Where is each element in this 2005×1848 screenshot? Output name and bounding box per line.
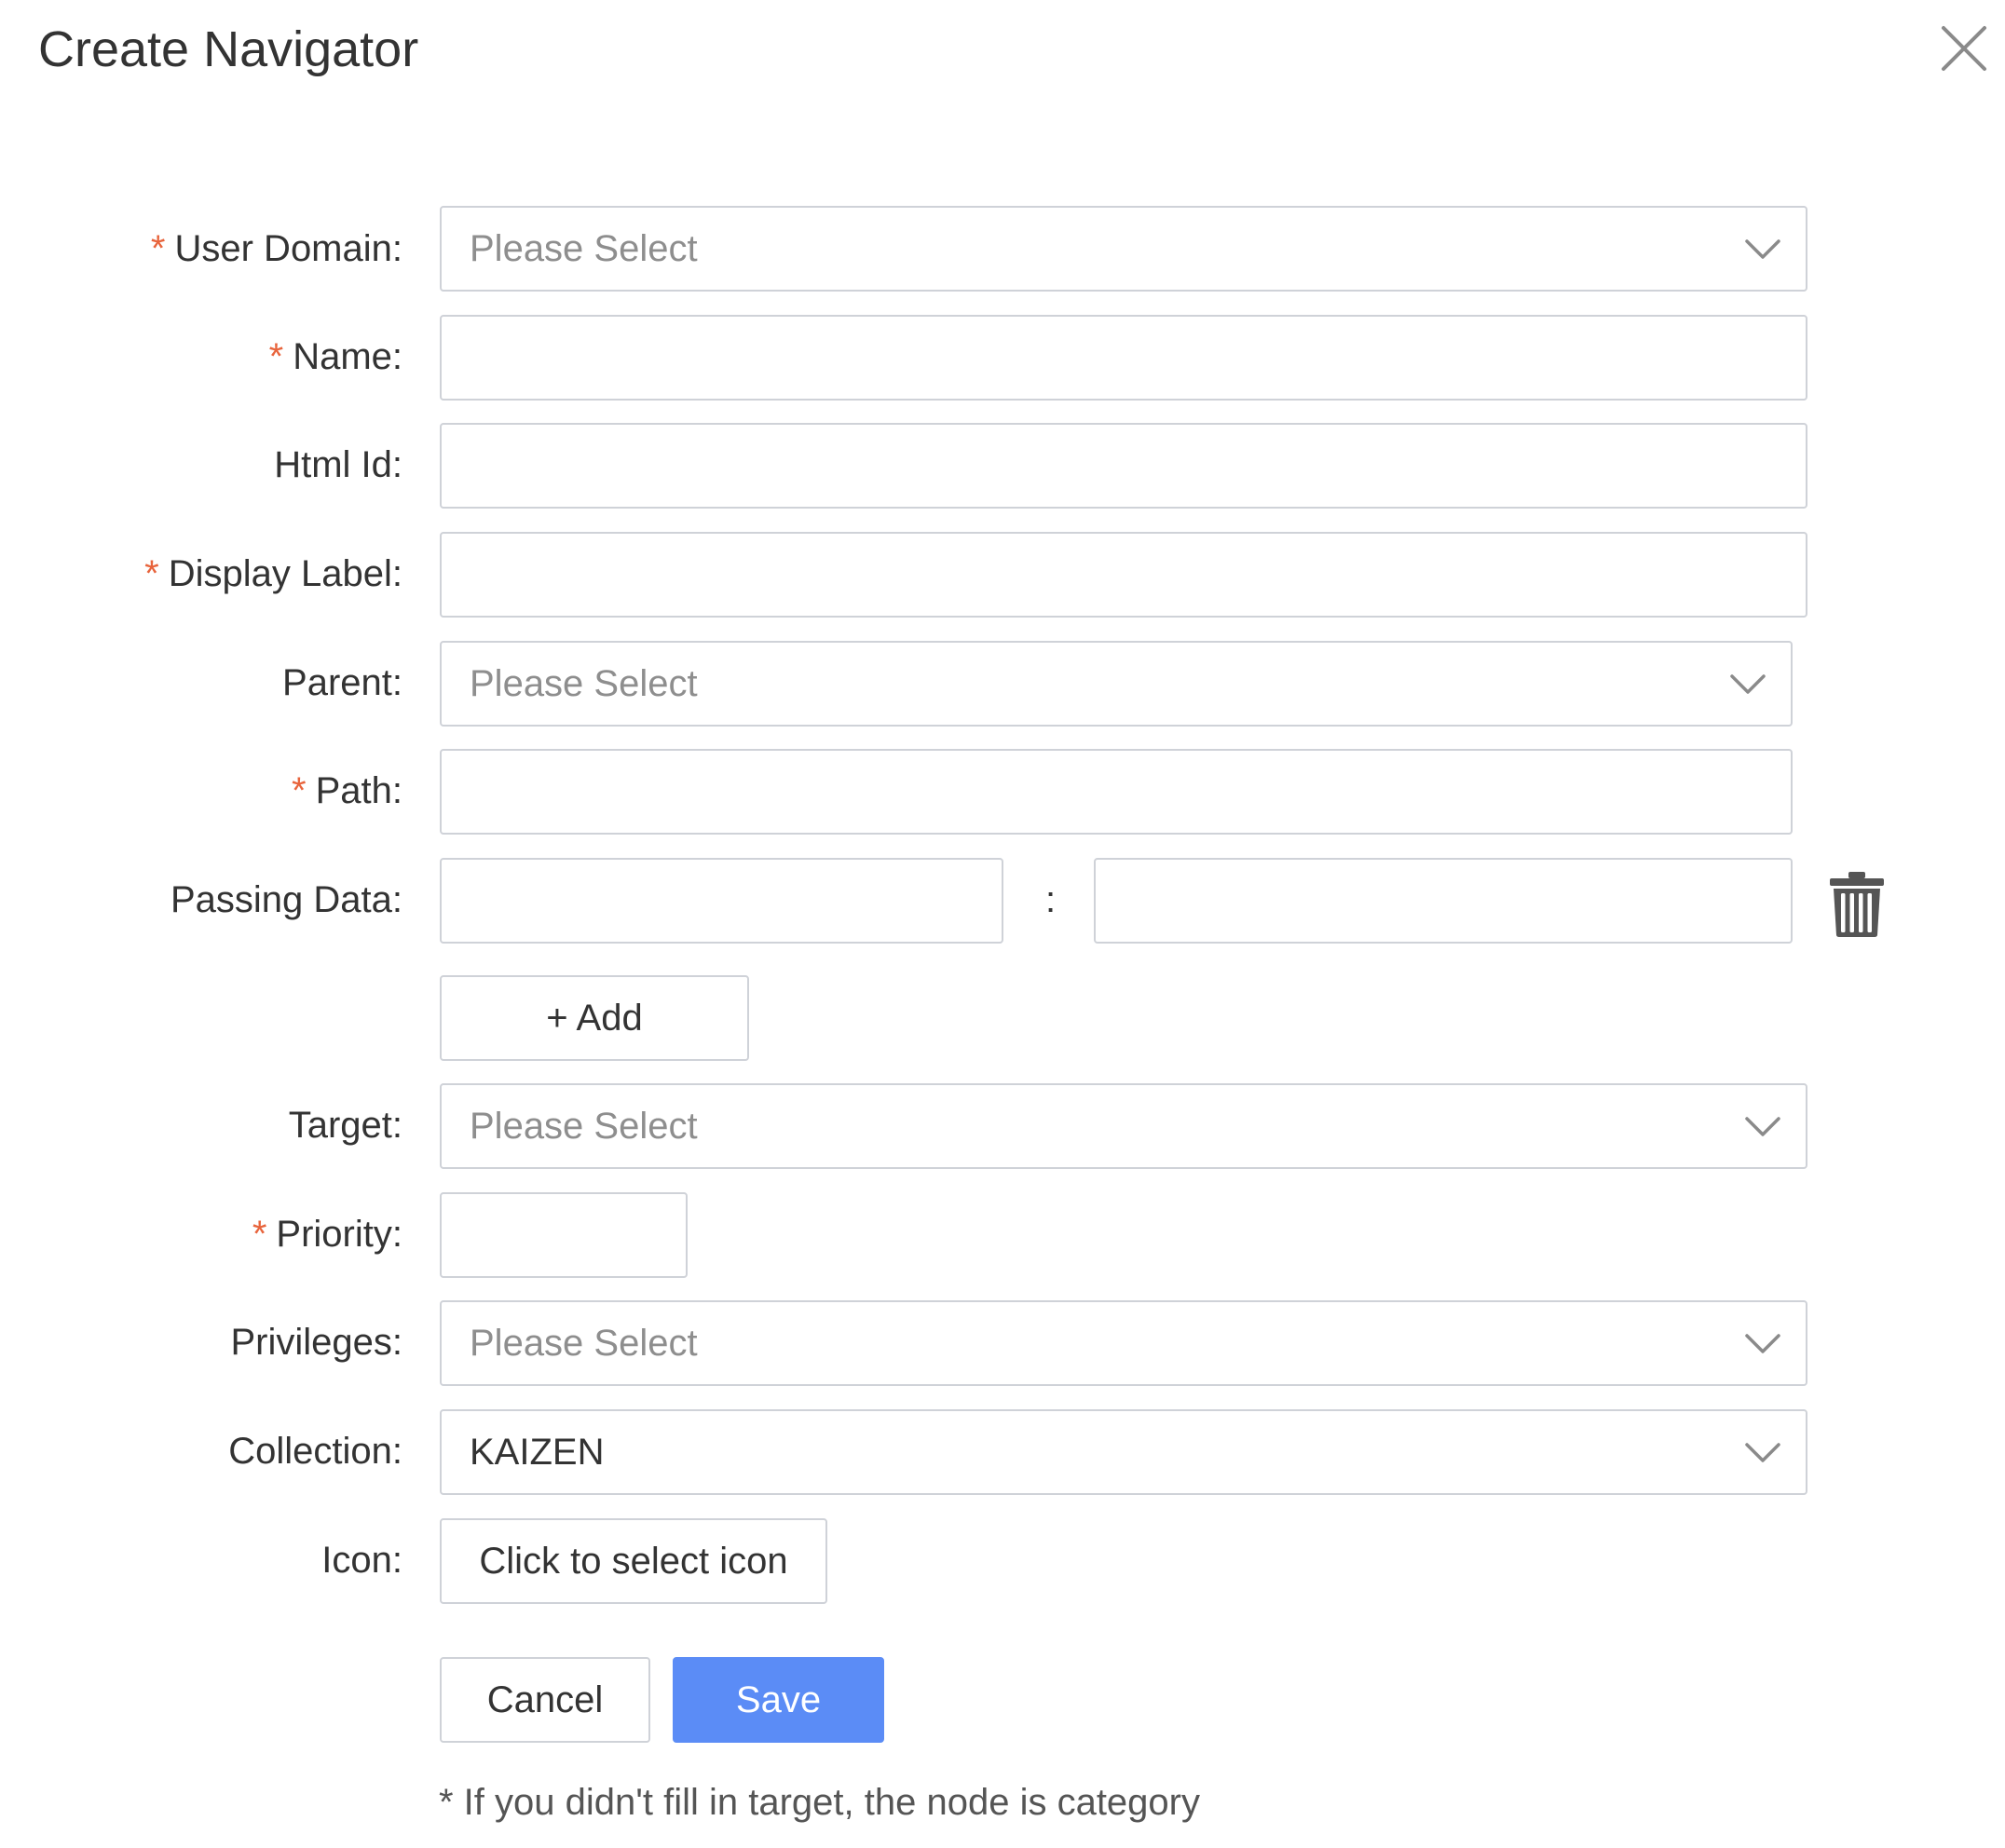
save-button[interactable]: Save: [673, 1657, 884, 1743]
user-domain-label: * User Domain:: [150, 228, 402, 269]
display-label-input[interactable]: [442, 534, 1806, 616]
icon-label: Icon:: [321, 1540, 402, 1581]
user-domain-select[interactable]: Please Select: [440, 206, 1807, 292]
passing-data-value-input[interactable]: [1096, 860, 1791, 942]
collection-select[interactable]: KAIZEN: [440, 1409, 1807, 1495]
path-field-wrap: [440, 749, 1793, 835]
form-note: * If you didn't fill in target, the node…: [439, 1782, 1200, 1823]
html-id-input[interactable]: [442, 425, 1806, 507]
required-mark: *: [150, 228, 166, 269]
passing-data-key-wrap: [440, 858, 1003, 944]
priority-input[interactable]: [442, 1194, 686, 1276]
name-label: * Name:: [268, 336, 402, 377]
delete-passing-data-button[interactable]: [1828, 870, 1886, 939]
required-mark: *: [144, 553, 159, 594]
privileges-select[interactable]: Please Select: [440, 1300, 1807, 1386]
passing-data-label: Passing Data:: [170, 879, 402, 920]
user-domain-placeholder: Please Select: [470, 228, 698, 269]
html-id-field-wrap: [440, 423, 1807, 509]
select-icon-button[interactable]: Click to select icon: [440, 1518, 827, 1604]
close-icon: [1942, 26, 1986, 71]
trash-icon: [1830, 872, 1884, 937]
name-input[interactable]: [442, 317, 1806, 399]
priority-field-wrap: [440, 1192, 688, 1278]
privileges-label: Privileges:: [230, 1322, 402, 1363]
target-placeholder: Please Select: [470, 1106, 698, 1147]
target-label: Target:: [288, 1105, 402, 1146]
close-button[interactable]: [1936, 20, 1992, 76]
passing-data-separator: :: [1045, 879, 1057, 920]
parent-select[interactable]: Please Select: [440, 641, 1793, 727]
cancel-button[interactable]: Cancel: [440, 1657, 650, 1743]
chevron-down-icon: [1744, 232, 1781, 265]
target-select[interactable]: Please Select: [440, 1083, 1807, 1169]
passing-data-value-wrap: [1094, 858, 1793, 944]
name-field-wrap: [440, 315, 1807, 401]
add-passing-data-button[interactable]: + Add: [440, 975, 749, 1061]
required-mark: *: [292, 770, 307, 811]
privileges-placeholder: Please Select: [470, 1323, 698, 1364]
chevron-down-icon: [1744, 1109, 1781, 1143]
dialog-title: Create Navigator: [38, 21, 419, 77]
html-id-label: Html Id:: [274, 444, 402, 485]
display-label-field-wrap: [440, 532, 1807, 618]
required-mark: *: [252, 1214, 267, 1255]
collection-value: KAIZEN: [470, 1432, 605, 1473]
display-label-label: * Display Label:: [144, 553, 402, 594]
path-label: * Path:: [292, 770, 402, 811]
passing-data-key-input[interactable]: [442, 860, 1002, 942]
parent-label: Parent:: [282, 662, 402, 703]
path-input[interactable]: [442, 751, 1791, 833]
priority-label: * Priority:: [252, 1214, 402, 1255]
collection-label: Collection:: [228, 1431, 402, 1472]
chevron-down-icon: [1729, 667, 1766, 700]
chevron-down-icon: [1744, 1435, 1781, 1469]
required-mark: *: [268, 336, 284, 377]
chevron-down-icon: [1744, 1326, 1781, 1360]
parent-placeholder: Please Select: [470, 663, 698, 704]
